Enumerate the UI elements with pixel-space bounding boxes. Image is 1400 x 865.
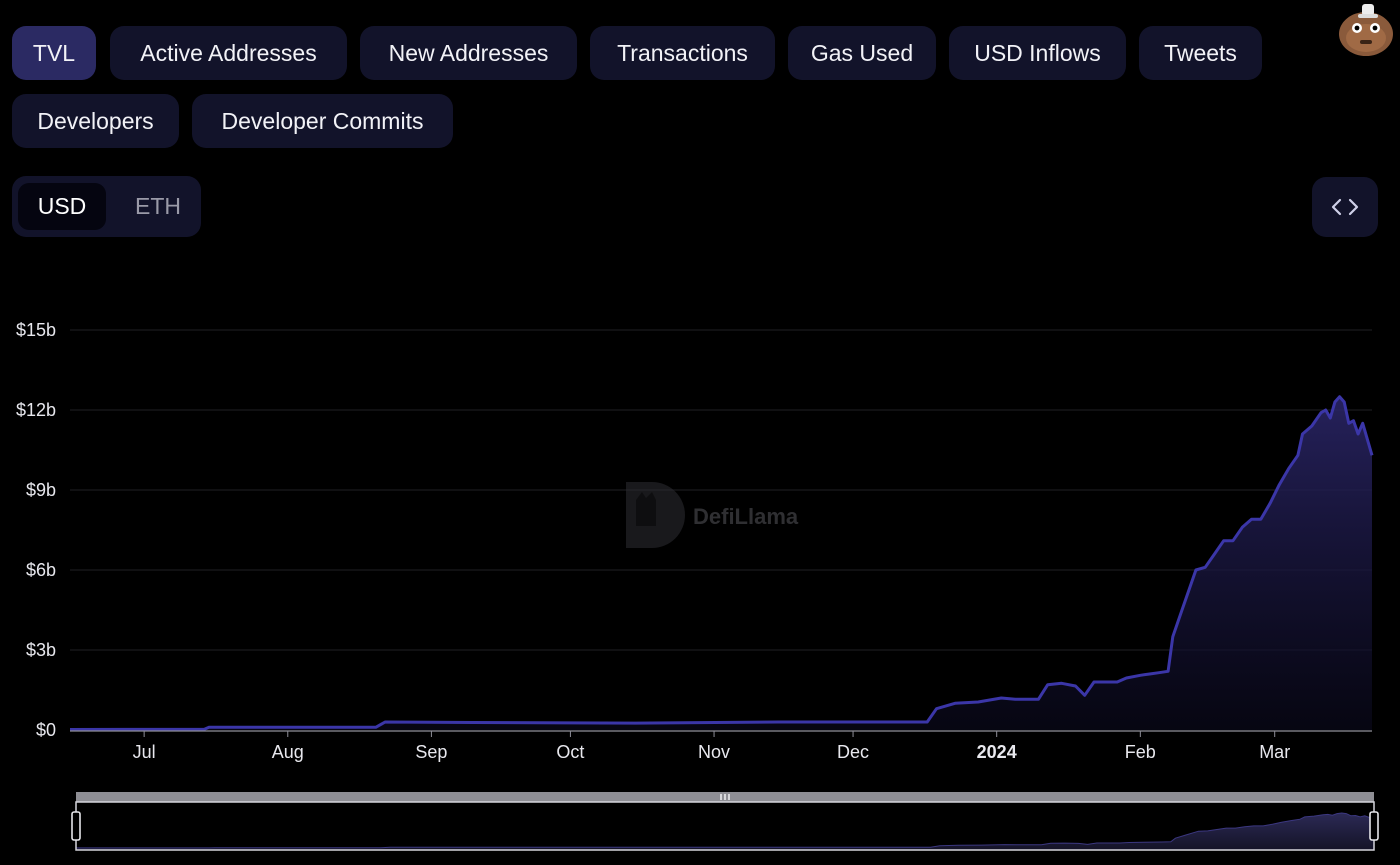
tvl-area xyxy=(70,396,1372,730)
y-tick-label: $12b xyxy=(16,400,56,420)
x-tick-label: 2024 xyxy=(977,742,1017,762)
x-tick-label: Mar xyxy=(1259,742,1290,762)
y-tick-label: $9b xyxy=(26,480,56,500)
navigator-left-handle[interactable] xyxy=(71,811,81,841)
defillama-watermark: DefiLlama xyxy=(626,482,799,548)
range-navigator[interactable] xyxy=(71,792,1379,851)
watermark-text: DefiLlama xyxy=(693,504,799,529)
x-tick-label: Jul xyxy=(133,742,156,762)
x-tick-label: Oct xyxy=(556,742,584,762)
x-tick-label: Sep xyxy=(415,742,447,762)
y-tick-label: $15b xyxy=(16,320,56,340)
navigator-area xyxy=(76,813,1374,850)
x-tick-label: Feb xyxy=(1125,742,1156,762)
x-tick-label: Dec xyxy=(837,742,869,762)
x-tick-label: Aug xyxy=(272,742,304,762)
tvl-chart: DefiLlama $0 $3b $6b $9b $12b $15b Jul Aug Sep Oc… xyxy=(16,320,1379,851)
y-tick-label: $0 xyxy=(36,720,56,740)
navigator-right-handle[interactable] xyxy=(1369,811,1379,841)
y-tick-label: $3b xyxy=(26,640,56,660)
y-tick-label: $6b xyxy=(26,560,56,580)
x-tick-label: Nov xyxy=(698,742,730,762)
